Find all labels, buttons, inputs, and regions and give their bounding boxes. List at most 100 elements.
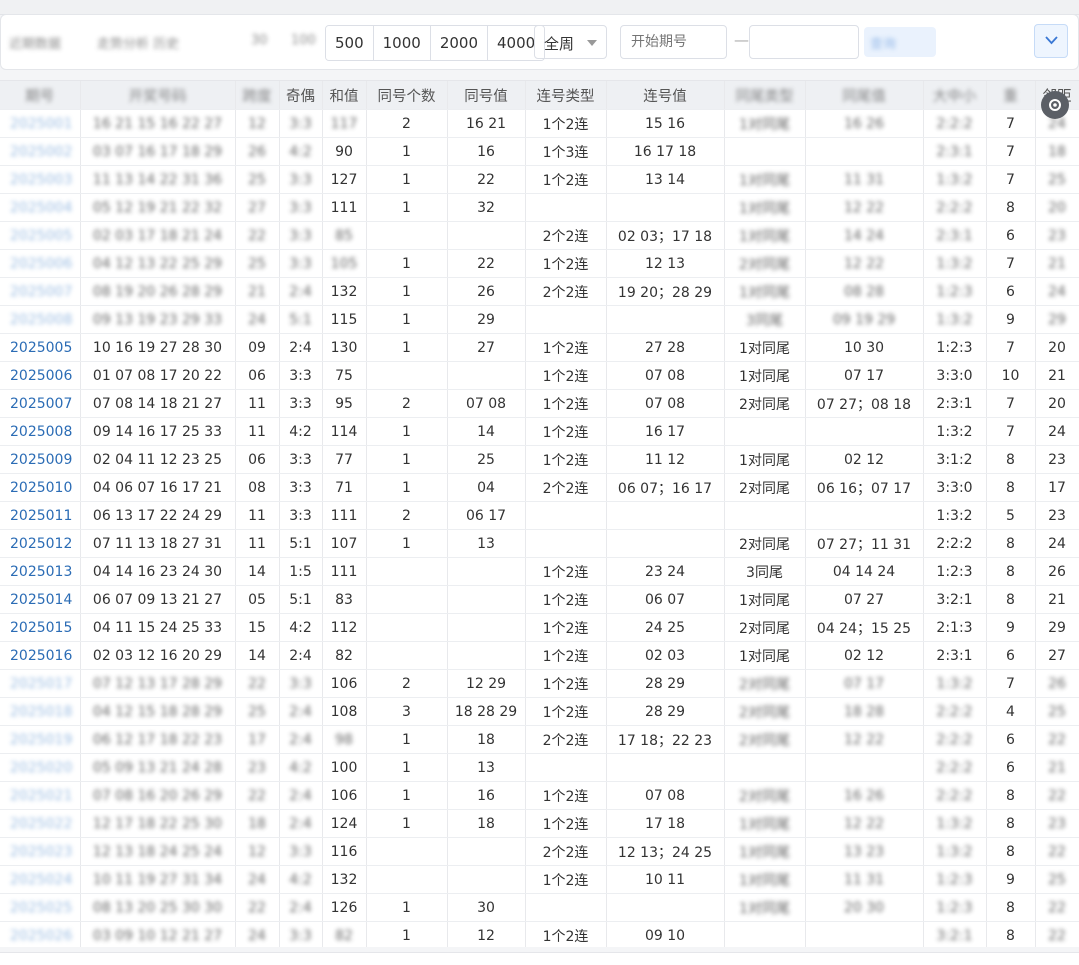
repeat-cell: 8 (986, 893, 1036, 922)
table-row: 2025024 10 11 19 27 31 34 24 4:2 132 1个2连 10 1… (0, 865, 1079, 894)
issue-cell[interactable]: 2025016 (0, 641, 81, 670)
issue-cell[interactable]: 2025020 (0, 753, 81, 782)
odd-even-cell-text: 2:4 (289, 647, 312, 664)
same-count-cell (366, 837, 448, 866)
size-ratio-cell: 3:3:0 (923, 361, 987, 390)
adjacent-cell: 21 (1035, 249, 1079, 278)
span-cell-text: 06 (248, 451, 266, 468)
issue-cell[interactable]: 2025007 (0, 389, 81, 418)
size-ratio-cell: 1:3:2 (923, 837, 987, 866)
issue-cell[interactable]: 2025012 (0, 529, 81, 558)
span-cell-text: 05 (248, 591, 266, 608)
consec-value-cell-text: 02 03；17 18 (617, 228, 713, 245)
query-button[interactable]: 查询 (864, 27, 936, 57)
period-500-button[interactable]: 500 (326, 26, 374, 60)
tail-type-cell: 1对同尾 (724, 641, 806, 670)
numbers-cell: 12 13 18 24 25 24 (80, 837, 236, 866)
issue-cell[interactable]: 2025025 (0, 893, 81, 922)
issue-cell[interactable]: 2025009 (0, 445, 81, 474)
issue-cell[interactable]: 2025002 (0, 137, 81, 166)
issue-cell[interactable]: 2025006 (0, 249, 81, 278)
repeat-cell: 7 (986, 417, 1036, 446)
issue-cell-text: 2025003 (10, 171, 73, 188)
tail-type-cell: 3同尾 (724, 305, 806, 334)
numbers-cell: 04 06 07 16 17 21 (80, 473, 236, 502)
span-cell-text: 23 (248, 759, 266, 776)
consec-type-cell-text: 2个2连 (542, 732, 589, 749)
consec-type-cell-text: 1个2连 (542, 928, 589, 945)
tail-type-cell-text: 2对同尾 (739, 732, 790, 749)
issue-cell[interactable]: 2025008 (0, 305, 81, 334)
adjacent-cell-text: 23 (1048, 815, 1066, 832)
period-2000-button[interactable]: 2000 (430, 26, 489, 60)
size-ratio-cell-text: 1:2:3 (936, 871, 973, 888)
collapse-toggle-button[interactable] (1034, 24, 1068, 58)
issue-cell[interactable]: 2025006 (0, 361, 81, 390)
faded-period-button[interactable]: 100 (291, 33, 316, 48)
issue-cell[interactable]: 2025013 (0, 557, 81, 586)
issue-cell[interactable]: 2025001 (0, 109, 81, 138)
numbers-cell-text: 04 12 15 18 28 29 (92, 703, 223, 720)
same-value-cell: 27 (447, 333, 526, 362)
sum-cell: 82 (322, 641, 367, 670)
period-1000-button[interactable]: 1000 (373, 26, 431, 60)
issue-cell[interactable]: 2025021 (0, 781, 81, 810)
issue-cell[interactable]: 2025017 (0, 669, 81, 698)
consec-value-cell: 19 20；28 29 (606, 277, 725, 306)
consec-type-cell: 2个2连 (525, 473, 607, 502)
tail-value-cell (805, 501, 924, 530)
issue-cell[interactable]: 2025005 (0, 221, 81, 250)
sum-cell-text: 100 (330, 759, 358, 776)
faded-tab-recent[interactable]: 近期数据 (9, 33, 61, 52)
issue-cell[interactable]: 2025014 (0, 585, 81, 614)
column-settings-button[interactable] (1041, 91, 1069, 119)
span-cell: 12 (235, 837, 280, 866)
tail-value-cell: 04 14 24 (805, 557, 924, 586)
issue-cell[interactable]: 2025019 (0, 725, 81, 754)
odd-even-cell: 3:3 (279, 445, 323, 474)
faded-period-button[interactable]: 30 (251, 33, 268, 48)
issue-cell[interactable]: 2025022 (0, 809, 81, 838)
faded-tab-trend[interactable]: 走势分析 历史 (97, 33, 179, 52)
issue-cell[interactable]: 2025004 (0, 193, 81, 222)
issue-cell[interactable]: 2025007 (0, 277, 81, 306)
issue-cell[interactable]: 2025008 (0, 417, 81, 446)
consec-value-cell (606, 529, 725, 558)
same-count-cell: 1 (366, 473, 448, 502)
issue-cell[interactable]: 2025015 (0, 613, 81, 642)
span-cell: 05 (235, 585, 280, 614)
issue-cell[interactable]: 2025018 (0, 697, 81, 726)
size-ratio-cell: 2:1:3 (923, 613, 987, 642)
week-select[interactable]: 全周 (534, 25, 607, 59)
adjacent-cell-text: 26 (1048, 675, 1066, 692)
table-row: 2025011 06 13 17 22 24 29 11 3:3 111 2 06 17 1:… (0, 501, 1079, 530)
size-ratio-cell: 1:3:2 (923, 501, 987, 530)
consec-value-cell: 16 17 18 (606, 137, 725, 166)
same-count-cell-text: 1 (402, 255, 411, 272)
issue-cell[interactable]: 2025024 (0, 865, 81, 894)
issue-cell[interactable]: 2025010 (0, 473, 81, 502)
adjacent-cell-text: 22 (1048, 899, 1066, 916)
start-period-input[interactable] (620, 25, 727, 59)
issue-cell[interactable]: 2025026 (0, 921, 81, 947)
column-header-1: 开奖号码 (80, 81, 236, 110)
sum-cell: 127 (322, 165, 367, 194)
issue-cell[interactable]: 2025005 (0, 333, 81, 362)
issue-cell[interactable]: 2025023 (0, 837, 81, 866)
odd-even-cell-text: 2:4 (289, 283, 312, 300)
tail-value-cell-text: 02 12 (843, 647, 885, 664)
issue-cell[interactable]: 2025011 (0, 501, 81, 530)
tail-type-cell: 2对同尾 (724, 725, 806, 754)
issue-cell-text: 2025018 (10, 703, 73, 720)
end-period-input[interactable] (749, 25, 859, 59)
tail-value-cell: 02 12 (805, 445, 924, 474)
table-row: 2025003 11 13 14 22 31 36 25 3:3 127 1 22 1个2连 1… (0, 165, 1079, 194)
repeat-cell: 7 (986, 389, 1036, 418)
issue-cell[interactable]: 2025003 (0, 165, 81, 194)
span-cell: 24 (235, 865, 280, 894)
same-count-cell: 1 (366, 445, 448, 474)
consec-type-cell-text: 1个2连 (542, 424, 589, 441)
adjacent-cell: 23 (1035, 445, 1079, 474)
sum-cell-text: 112 (330, 619, 358, 636)
numbers-cell-text: 06 13 17 22 24 29 (92, 507, 223, 524)
